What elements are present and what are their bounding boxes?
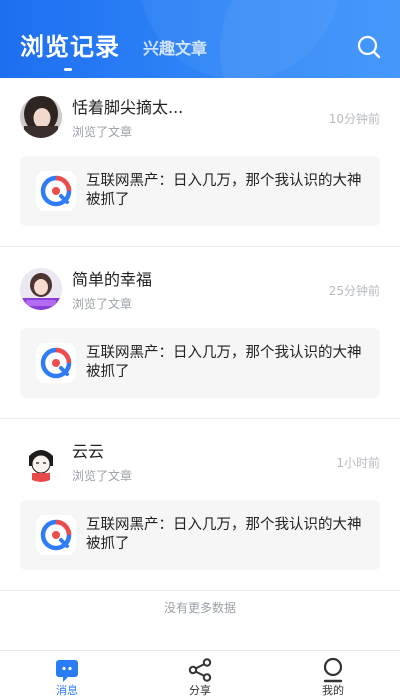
active-tab-indicator (64, 68, 72, 71)
nav-label: 消息 (56, 684, 78, 697)
article-logo-icon (36, 343, 76, 383)
nav-profile[interactable]: 我的 (293, 651, 373, 700)
divider (0, 246, 400, 247)
tab-browse-history[interactable]: 浏览记录 (20, 32, 120, 62)
nav-label: 我的 (322, 684, 344, 697)
list-item[interactable]: 简单的幸福 浏览了文章 25分钟前 互联网黑产：日入几万，那个我认识的大神被抓了 (0, 250, 400, 422)
list-item[interactable]: 恬着脚尖摘太... 浏览了文章 10分钟前 互联网黑产：日入几万，那个我认识的大… (0, 78, 400, 250)
article-title: 互联网黑产：日入几万，那个我认识的大神被抓了 (86, 517, 362, 552)
divider (0, 590, 400, 591)
username: 云云 (72, 442, 105, 461)
nav-share[interactable]: 分享 (160, 651, 240, 700)
bottom-nav: 消息 分享 我的 (0, 650, 400, 700)
list-item[interactable]: 云云 浏览了文章 1小时前 互联网黑产：日入几万，那个我认识的大神被抓了 (0, 422, 400, 594)
nav-messages[interactable]: 消息 (27, 651, 107, 700)
article-logo-icon (36, 171, 76, 211)
avatar[interactable] (20, 268, 62, 310)
action-text: 浏览了文章 (72, 297, 133, 311)
article-title: 互联网黑产：日入几万，那个我认识的大神被抓了 (86, 345, 362, 380)
username: 简单的幸福 (72, 270, 153, 289)
share-icon (188, 658, 212, 682)
avatar[interactable] (20, 96, 62, 138)
header-bar: 浏览记录 兴趣文章 (0, 0, 400, 78)
action-text: 浏览了文章 (72, 125, 133, 139)
profile-icon (323, 657, 343, 683)
username: 恬着脚尖摘太... (72, 98, 184, 117)
nav-label: 分享 (189, 684, 211, 697)
timestamp: 10分钟前 (328, 112, 380, 126)
message-icon (56, 660, 78, 682)
article-card[interactable]: 互联网黑产：日入几万，那个我认识的大神被抓了 (20, 156, 380, 226)
action-text: 浏览了文章 (72, 469, 133, 483)
article-card[interactable]: 互联网黑产：日入几万，那个我认识的大神被抓了 (20, 328, 380, 398)
divider (0, 418, 400, 419)
article-card[interactable]: 互联网黑产：日入几万，那个我认识的大神被抓了 (20, 500, 380, 570)
timestamp: 25分钟前 (328, 284, 380, 298)
search-icon[interactable] (356, 34, 382, 60)
no-more-data-text: 没有更多数据 (163, 601, 236, 615)
article-title: 互联网黑产：日入几万，那个我认识的大神被抓了 (86, 173, 362, 208)
timestamp: 1小时前 (336, 456, 380, 470)
article-logo-icon (36, 515, 76, 555)
avatar[interactable] (20, 440, 62, 482)
tab-interest-articles[interactable]: 兴趣文章 (143, 39, 207, 59)
